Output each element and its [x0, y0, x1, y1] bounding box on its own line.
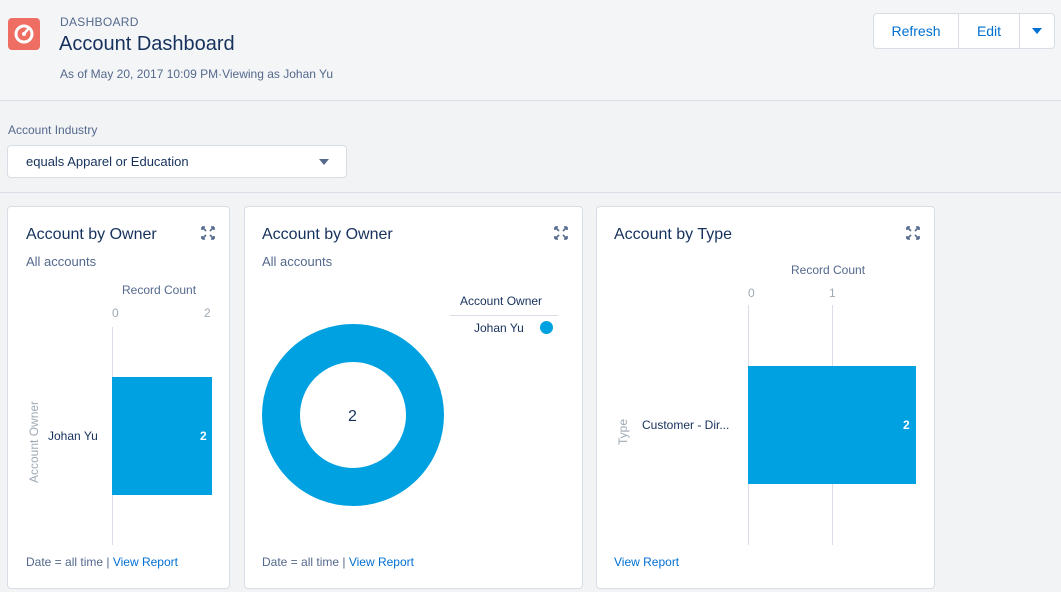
bar[interactable] [112, 377, 212, 495]
page-eyebrow: DASHBOARD [60, 15, 139, 29]
view-report-link[interactable]: View Report [349, 555, 414, 569]
x-tick-label: 2 [204, 306, 211, 320]
card-footer: View Report [614, 555, 679, 569]
card-subtitle: All accounts [26, 254, 97, 269]
card-account-by-type: Account by Type Record Count 0 1 Type Cu… [596, 206, 935, 589]
legend-divider [450, 315, 558, 316]
expand-icon[interactable] [554, 226, 568, 240]
chevron-down-icon [1032, 28, 1042, 34]
x-tick-label: 0 [112, 306, 119, 320]
dashboard-gauge-icon [8, 18, 40, 50]
y-axis-title: Type [616, 418, 630, 445]
expand-icon[interactable] [906, 226, 920, 240]
more-actions-button[interactable] [1020, 14, 1054, 48]
legend-swatch [540, 321, 553, 334]
x-axis-title: Record Count [791, 263, 866, 277]
dashboard-header: DASHBOARD Account Dashboard As of May 20… [0, 0, 1061, 101]
card-subtitle: All accounts [262, 254, 333, 269]
card-title: Account by Type [614, 226, 732, 243]
view-report-link[interactable]: View Report [113, 555, 178, 569]
view-report-link[interactable]: View Report [614, 555, 679, 569]
legend-item-label: Johan Yu [474, 321, 524, 335]
data-label: 2 [903, 418, 910, 432]
footer-filter-text: Date = all time | [262, 555, 349, 569]
expand-icon[interactable] [201, 226, 215, 240]
divider [0, 192, 1061, 193]
card-account-by-owner-bar: Account by Owner All accounts Record Cou… [7, 206, 230, 589]
header-button-group: Refresh Edit [873, 13, 1055, 49]
card-title: Account by Owner [262, 226, 393, 243]
filter-label: Account Industry [8, 123, 98, 137]
donut-center-value: 2 [348, 408, 357, 425]
x-tick-label: 1 [829, 286, 836, 300]
chevron-down-icon [319, 159, 329, 165]
footer-filter-text: Date = all time | [26, 555, 113, 569]
y-axis-title: Account Owner [27, 400, 41, 483]
card-footer: Date = all time | View Report [26, 555, 178, 569]
legend-title: Account Owner [460, 294, 543, 308]
x-tick-label: 0 [748, 286, 755, 300]
category-label: Johan Yu [48, 429, 98, 443]
x-axis-title: Record Count [122, 283, 197, 297]
data-label: 2 [200, 429, 207, 443]
page-title: Account Dashboard [59, 33, 235, 55]
refresh-button[interactable]: Refresh [874, 14, 959, 48]
bar[interactable] [748, 366, 916, 484]
edit-button[interactable]: Edit [959, 14, 1020, 48]
card-account-by-owner-donut: Account by Owner All accounts 2 Account … [244, 206, 583, 589]
page-subtitle: As of May 20, 2017 10:09 PM·Viewing as J… [60, 67, 334, 81]
card-title: Account by Owner [26, 226, 157, 243]
filter-value: equals Apparel or Education [26, 154, 189, 169]
card-footer: Date = all time | View Report [262, 555, 414, 569]
category-label: Customer - Dir... [642, 418, 730, 432]
account-industry-filter[interactable]: equals Apparel or Education [7, 145, 347, 178]
